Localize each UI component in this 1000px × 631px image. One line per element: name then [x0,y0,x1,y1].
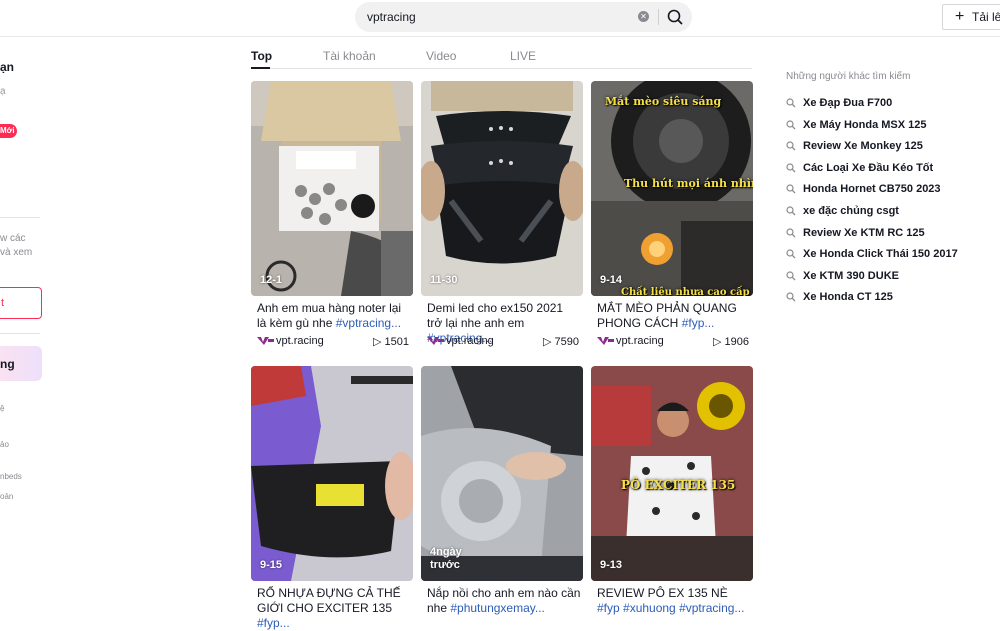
related-search-label: xe đặc chủng csgt [803,205,899,217]
video-caption[interactable]: MẮT MÈO PHẢN QUANG PHONG CÁCH #fyp... [597,301,751,331]
caption-text: RỔ NHỰA ĐỰNG CẢ THẾ GIỚI CHO EXCITER 135 [257,586,401,615]
date-badge: 4ngày trước [430,546,462,571]
login-button[interactable]: t [0,287,42,319]
related-search-label: Các Loại Xe Đầu Kéo Tốt [803,161,934,174]
related-searches-title: Những người khác tìm kiếm [786,71,911,82]
search-divider [658,9,659,25]
plus-icon: + [955,8,965,25]
view-count-value: 7590 [554,336,579,348]
caption-text: MẮT MÈO PHẢN QUANG PHONG CÁCH [597,301,737,330]
related-search-label: Xe Honda Click Thái 150 2017 [803,248,958,261]
divider [0,217,40,218]
video-thumbnail[interactable]: 4ngày trước [421,366,583,581]
related-search-label: Honda Hornet CB750 2023 [803,183,941,196]
date-badge: 12-1 [260,274,283,286]
related-search-label: Xe Honda CT 125 [803,291,893,304]
author-name[interactable]: vpt.racing [276,335,324,347]
divider [0,333,40,334]
video-overlay-text: Chất liệu nhựa cao cấp [621,287,750,296]
promo-label: ng [0,357,15,371]
upload-label: Tải lê [972,10,1000,24]
sidebar-item[interactable]: ạ [0,86,6,97]
tab-top[interactable]: Top [251,49,272,63]
related-search-label: Review Xe KTM RC 125 [803,226,925,239]
new-badge: Mới [0,124,17,138]
search-icon [786,163,796,173]
search-button[interactable] [662,7,688,27]
view-count: ▷ 1906 [713,335,749,348]
video-overlay-text: Mắt mèo siêu sáng [605,95,722,108]
channel-logo-icon [257,337,274,345]
related-search-label: Review Xe Monkey 125 [803,140,923,153]
search-input[interactable]: vptracing [367,10,416,24]
search-icon [786,292,796,302]
view-count-value: 1501 [384,336,409,348]
date-badge: 11-30 [430,274,458,286]
video-thumbnail[interactable]: 12-1 [251,81,413,296]
video-thumbnail[interactable]: 11-30 [421,81,583,296]
search-icon [786,119,796,130]
search-icon [786,206,796,216]
video-overlay-text: PÔ EXCITER 135 [621,478,736,492]
clear-icon[interactable]: ✕ [638,11,649,22]
search-icon [786,184,796,194]
related-search-label: Xe Đạp Đua F700 [803,97,893,109]
tabs-divider [251,68,752,69]
video-caption[interactable]: REVIEW PÔ EX 135 NÈ #fyp #xuhuong #vptra… [597,586,751,616]
footer-link[interactable]: ảo [0,440,9,449]
view-count: ▷ 1501 [373,335,409,348]
hashtag-link[interactable]: #fyp... [682,316,715,330]
channel-logo-icon [597,337,614,345]
search-icon [786,249,796,259]
date-badge: 9-14 [600,274,623,286]
video-meta: vpt.racing ▷ 7590 [427,334,579,348]
footer-link[interactable]: nbeds [0,472,22,481]
active-tab-indicator [251,67,270,69]
video-meta: vpt.racing ▷ 1501 [257,334,409,348]
hashtag-link[interactable]: #vptracing... [336,316,401,330]
search-icon [786,141,796,151]
search-bar[interactable]: vptracing ✕ [355,2,692,32]
login-prompt-line-1: w các [0,233,26,244]
video-thumbnail[interactable]: Mắt mèo siêu sáng Thu hút mọi ánh nhìn C… [591,81,753,296]
search-icon [786,271,796,281]
login-label: t [1,297,5,309]
top-bar: vptracing ✕ + Tải lê [0,0,1000,37]
tab-live[interactable]: LIVE [510,49,536,63]
hashtag-link[interactable]: #fyp... [257,616,290,630]
search-icon [786,98,796,108]
caption-text: Demi led cho ex150 2021 trở lại nhe anh … [427,301,564,330]
hashtag-link[interactable]: #fyp #xuhuong #vptracing... [597,601,744,615]
login-prompt-line-2: và xem [0,247,33,258]
view-count: ▷ 7590 [543,335,579,348]
video-caption[interactable]: Anh em mua hàng noter lại là kèm gù nhe … [257,301,411,331]
related-search-label: Xe Máy Honda MSX 125 [803,118,927,131]
upload-button[interactable]: + Tải lê [942,4,1000,30]
play-icon: ▷ [713,336,725,348]
video-thumbnail[interactable]: PÔ EXCITER 135 9-13 [591,366,753,581]
promo-button[interactable]: ng [0,346,42,381]
date-badge: 9-13 [600,559,623,571]
play-icon: ▷ [543,336,555,348]
video-overlay-text: Thu hút mọi ánh nhìn [624,177,753,190]
tab-video[interactable]: Video [426,49,456,63]
video-meta: vpt.racing ▷ 1906 [597,334,749,348]
search-icon [667,9,683,25]
video-thumbnail[interactable]: 9-15 [251,366,413,581]
tab-accounts[interactable]: Tài khoản [323,49,376,63]
caption-text: REVIEW PÔ EX 135 NÈ [597,586,728,600]
search-icon [786,227,796,238]
sidebar-heading[interactable]: ạn [0,60,14,74]
author-name[interactable]: vpt.racing [446,335,494,347]
play-icon: ▷ [373,336,385,348]
author-name[interactable]: vpt.racing [616,335,664,347]
video-caption[interactable]: Nắp nồi cho anh em nào cần nhe #phutungx… [427,586,581,616]
channel-logo-icon [427,337,444,345]
hashtag-link[interactable]: #phutungxemay... [450,601,545,615]
view-count-value: 1906 [724,336,749,348]
date-badge: 9-15 [260,559,283,571]
footer-link[interactable]: oản [0,492,13,501]
related-search-label: Xe KTM 390 DUKE [803,269,899,282]
footer-link[interactable]: ệ [0,404,4,413]
